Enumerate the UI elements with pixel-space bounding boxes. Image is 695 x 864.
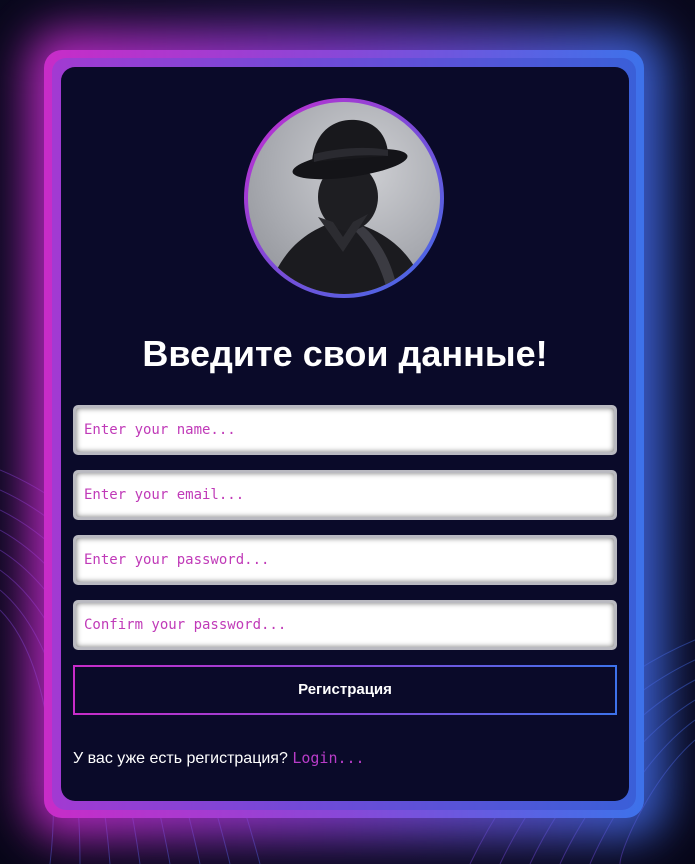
- page-title: Введите свои данные!: [142, 333, 548, 374]
- confirm-password-input[interactable]: [73, 600, 617, 650]
- login-prompt-text: У вас уже есть регистрация?: [73, 750, 288, 767]
- avatar: [248, 102, 440, 294]
- registration-page: Введите свои данные! Регистрация У вас у…: [0, 0, 695, 864]
- email-input[interactable]: [73, 470, 617, 520]
- login-prompt-row: У вас уже есть регистрация? Login...: [73, 747, 365, 769]
- name-input[interactable]: [73, 405, 617, 455]
- detective-silhouette-icon: [268, 119, 426, 294]
- register-button[interactable]: Регистрация: [73, 665, 617, 715]
- login-link[interactable]: Login...: [292, 749, 364, 767]
- password-input[interactable]: [73, 535, 617, 585]
